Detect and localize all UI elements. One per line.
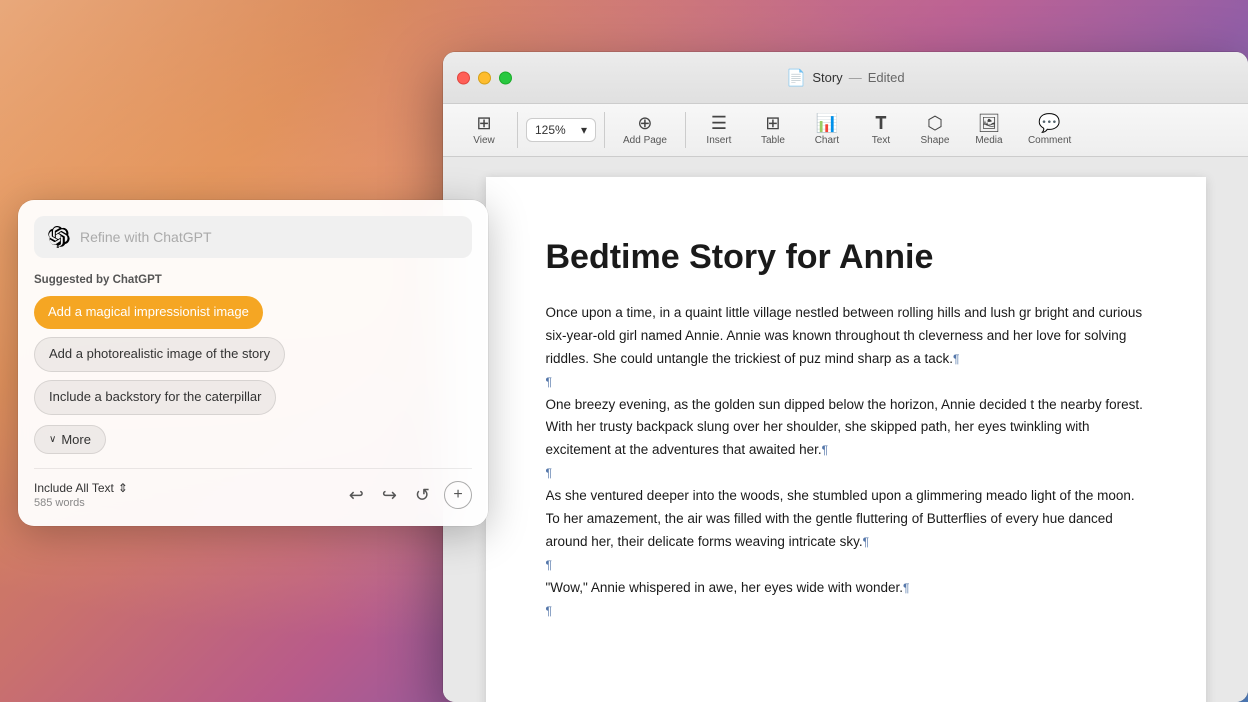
title-name: Story	[812, 70, 842, 85]
document-area: Bedtime Story for Annie Once upon a time…	[443, 157, 1248, 702]
more-button[interactable]: ∨ More	[34, 425, 106, 454]
title-status: Edited	[868, 70, 905, 85]
pilcrow-7: ¶	[903, 581, 909, 595]
include-all-text[interactable]: Include All Text ⇕	[34, 481, 128, 495]
view-label: View	[473, 135, 495, 146]
zoom-button[interactable]: 125% ▾	[526, 118, 596, 142]
pilcrow-1: ¶	[953, 352, 959, 366]
insert-button[interactable]: ☰ Insert	[694, 110, 744, 150]
toolbar-divider-1	[517, 112, 518, 148]
view-icon: ⊞	[476, 114, 491, 132]
table-button[interactable]: ⊞ Table	[748, 110, 798, 150]
footer-actions: ↩ ↪ ↺ +	[345, 481, 472, 510]
paragraph-4: "Wow," Annie whispered in awe, her eyes …	[546, 577, 1146, 600]
comment-button[interactable]: 💬 Comment	[1018, 110, 1081, 150]
add-page-icon: ⊕	[637, 114, 652, 132]
toolbar: ⊞ View 125% ▾ ⊕ Add Page ☰ Insert ⊞ Tabl…	[443, 104, 1248, 157]
text-label: Text	[872, 135, 890, 146]
table-label: Table	[761, 135, 785, 146]
toolbar-divider-3	[685, 112, 686, 148]
undo-button[interactable]: ↩	[345, 481, 368, 510]
add-page-button[interactable]: ⊕ Add Page	[613, 110, 677, 150]
window-title: 📄 Story — Edited	[786, 68, 904, 88]
paragraph-3: As she ventured deeper into the woods, s…	[546, 485, 1146, 554]
pilcrow-2: ¶	[546, 375, 552, 389]
media-icon: 🖼	[978, 114, 1001, 132]
chart-label: Chart	[815, 135, 839, 146]
include-text-icon: ⇕	[118, 481, 128, 495]
more-chevron-icon: ∨	[49, 434, 56, 445]
add-button[interactable]: +	[444, 481, 472, 509]
suggestions-list: Add a magical impressionist image Add a …	[34, 296, 472, 423]
suggestion-button-2[interactable]: Add a photorealistic image of the story	[34, 337, 285, 372]
paragraph-2: One breezy evening, as the golden sun di…	[546, 394, 1146, 463]
suggestion-button-1[interactable]: Add a magical impressionist image	[34, 296, 263, 329]
chatgpt-panel: Refine with ChatGPT Suggested by ChatGPT…	[18, 200, 488, 526]
redo-button[interactable]: ↪	[378, 481, 401, 510]
pilcrow-4: ¶	[546, 466, 552, 480]
pilcrow-6: ¶	[546, 558, 552, 572]
include-text-label: Include All Text	[34, 481, 114, 495]
insert-icon: ☰	[711, 114, 727, 132]
comment-icon: 💬	[1038, 114, 1060, 132]
text-icon: 𝐓	[875, 114, 887, 132]
text-button[interactable]: 𝐓 Text	[856, 110, 906, 150]
pilcrow-5: ¶	[863, 535, 869, 549]
more-button-label: More	[61, 432, 91, 447]
zoom-value: 125%	[535, 123, 566, 137]
paragraph-1: Once upon a time, in a quaint little vil…	[546, 302, 1146, 371]
shape-icon: ⬡	[927, 114, 943, 132]
zoom-chevron-icon: ▾	[581, 123, 587, 137]
suggestion-button-3[interactable]: Include a backstory for the caterpillar	[34, 380, 276, 415]
pages-window: 📄 Story — Edited ⊞ View 125% ▾ ⊕ Add Pag…	[443, 52, 1248, 702]
media-button[interactable]: 🖼 Media	[964, 110, 1014, 150]
chart-button[interactable]: 📊 Chart	[802, 110, 852, 150]
empty-para-2: ¶	[546, 462, 1146, 485]
maximize-button[interactable]	[499, 71, 512, 84]
title-separator: —	[849, 70, 862, 85]
suggestions-label: Suggested by ChatGPT	[34, 274, 472, 286]
insert-label: Insert	[706, 135, 731, 146]
pilcrow-3: ¶	[822, 443, 828, 457]
add-page-label: Add Page	[623, 135, 667, 146]
chart-icon: 📊	[816, 114, 838, 132]
empty-para-1: ¶	[546, 371, 1146, 394]
pilcrow-8: ¶	[546, 604, 552, 618]
shape-label: Shape	[920, 135, 949, 146]
chatgpt-placeholder[interactable]: Refine with ChatGPT	[80, 229, 458, 245]
media-label: Media	[975, 135, 1002, 146]
traffic-lights	[457, 71, 512, 84]
empty-para-4: ¶	[546, 600, 1146, 623]
title-icon: 📄	[786, 68, 806, 88]
empty-para-3: ¶	[546, 554, 1146, 577]
document-body[interactable]: Once upon a time, in a quaint little vil…	[546, 302, 1146, 623]
shape-button[interactable]: ⬡ Shape	[910, 110, 960, 150]
document-page[interactable]: Bedtime Story for Annie Once upon a time…	[486, 177, 1206, 702]
minimize-button[interactable]	[478, 71, 491, 84]
comment-label: Comment	[1028, 135, 1071, 146]
footer-left: Include All Text ⇕ 585 words	[34, 481, 128, 509]
table-icon: ⊞	[765, 114, 780, 132]
title-bar: 📄 Story — Edited	[443, 52, 1248, 104]
toolbar-divider-2	[604, 112, 605, 148]
chatgpt-input-container[interactable]: Refine with ChatGPT	[34, 216, 472, 258]
document-title: Bedtime Story for Annie	[546, 237, 1146, 278]
close-button[interactable]	[457, 71, 470, 84]
panel-footer: Include All Text ⇕ 585 words ↩ ↪ ↺ +	[34, 468, 472, 510]
view-button[interactable]: ⊞ View	[459, 110, 509, 150]
refresh-button[interactable]: ↺	[411, 481, 434, 510]
word-count: 585 words	[34, 497, 128, 509]
chatgpt-logo-icon	[48, 226, 70, 248]
